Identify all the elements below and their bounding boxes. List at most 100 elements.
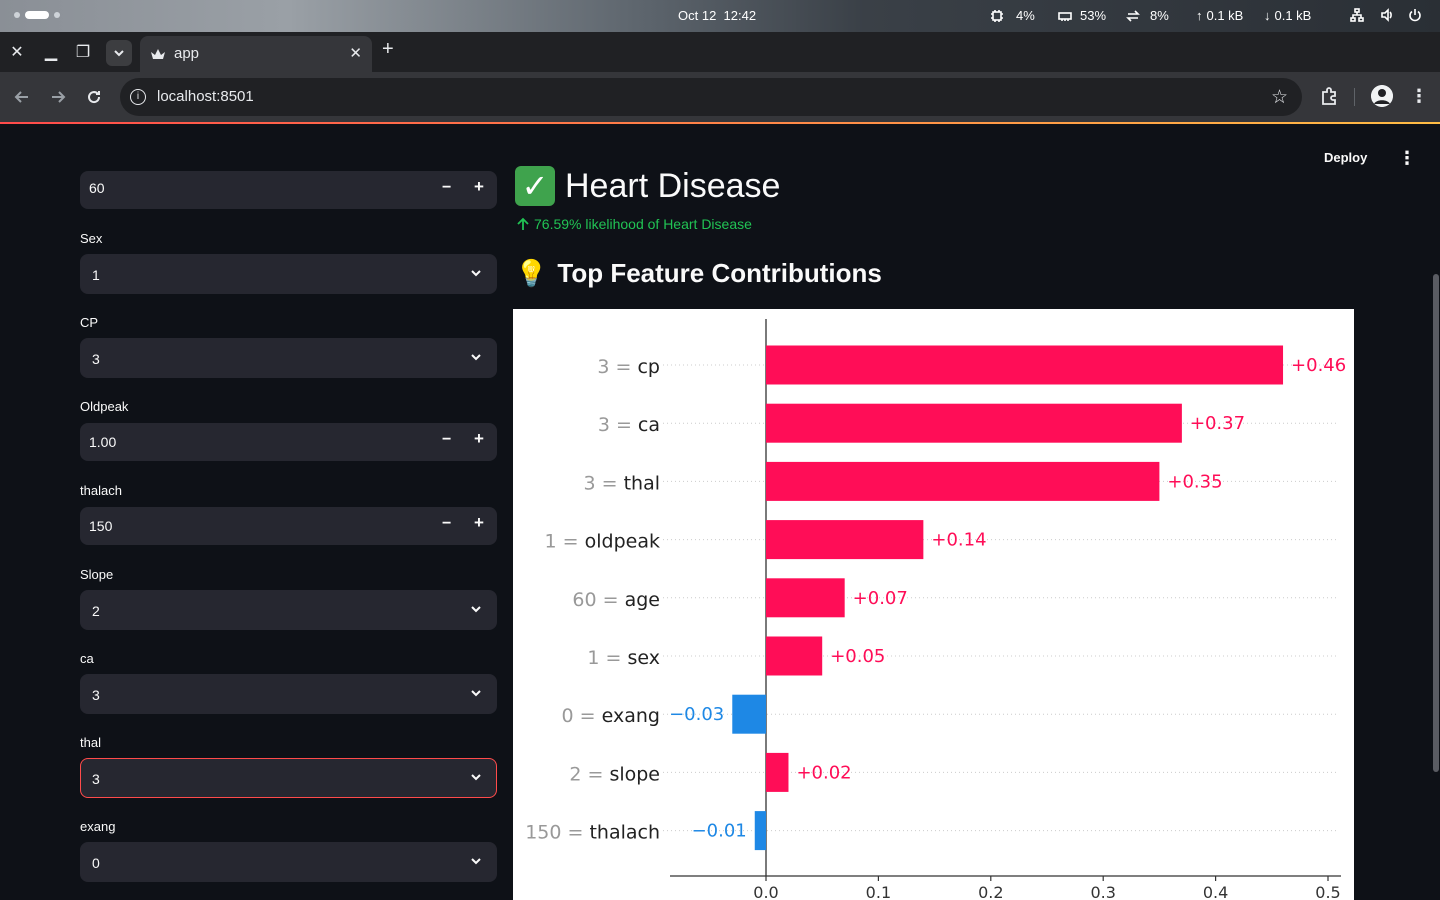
tab-search-button[interactable] bbox=[106, 40, 132, 66]
workspace-dot bbox=[54, 12, 60, 18]
swap-text: 8% bbox=[1150, 8, 1169, 23]
chevron-down-icon bbox=[471, 606, 481, 613]
streamlit-favicon-icon bbox=[151, 49, 165, 59]
thalach-decrement-button[interactable]: − bbox=[442, 515, 451, 533]
power-icon[interactable] bbox=[1408, 8, 1422, 22]
category-label: 3 = cp bbox=[597, 356, 660, 378]
value-label: +0.46 bbox=[1291, 355, 1346, 376]
swap-indicator[interactable]: 8% bbox=[1126, 8, 1169, 23]
contribution-bar bbox=[766, 636, 823, 676]
window-maximize-icon[interactable]: ❐ bbox=[71, 40, 95, 64]
tab-title: app bbox=[174, 45, 200, 62]
slope-select[interactable]: 2 bbox=[80, 590, 497, 630]
chevron-down-icon bbox=[471, 858, 481, 865]
chevron-down-icon bbox=[471, 690, 481, 697]
forward-icon[interactable] bbox=[47, 86, 69, 108]
x-tick-label: 0.3 bbox=[1090, 883, 1115, 900]
extensions-puzzle-icon[interactable] bbox=[1318, 85, 1340, 107]
tab-app[interactable]: app ✕ bbox=[140, 36, 372, 72]
site-info-icon[interactable]: i bbox=[130, 89, 146, 105]
browser-menu-icon[interactable]: ⋮ bbox=[1410, 86, 1428, 107]
oldpeak-number-input[interactable]: 1.00 − + bbox=[80, 423, 497, 461]
back-icon[interactable] bbox=[11, 86, 33, 108]
upload-indicator[interactable]: ↑ 0.1 kB bbox=[1196, 8, 1243, 23]
cpu-icon bbox=[991, 9, 1003, 22]
bookmark-star-icon[interactable]: ☆ bbox=[1271, 86, 1288, 109]
memory-icon bbox=[1058, 11, 1072, 21]
value-label: +0.37 bbox=[1190, 413, 1245, 434]
clock[interactable]: Oct 12 12:42 bbox=[678, 8, 756, 23]
date-text: Oct 12 bbox=[678, 8, 717, 23]
contribution-bar bbox=[766, 345, 1284, 385]
time-text: 12:42 bbox=[723, 8, 757, 23]
cpu-text: 4% bbox=[1016, 8, 1035, 23]
workspace-indicator[interactable] bbox=[14, 11, 60, 19]
swap-icon bbox=[1126, 9, 1140, 22]
value-label: −0.01 bbox=[692, 821, 747, 842]
cp-label: CP bbox=[80, 315, 99, 330]
window-minimize-icon[interactable]: ▁ bbox=[39, 40, 63, 64]
browser-tab-strip: ✕ ▁ ❐ app ✕ + bbox=[0, 32, 1440, 72]
oldpeak-value: 1.00 bbox=[89, 434, 117, 450]
sidebar: 60 − + Sex 1 CP 3 Oldpeak 1.00 − + thala… bbox=[0, 124, 512, 900]
app-header: Deploy ⋮ bbox=[0, 124, 1440, 184]
window-close-icon[interactable]: ✕ bbox=[5, 40, 29, 64]
contribution-bar bbox=[766, 403, 1182, 443]
section-title: 💡 Top Feature Contributions bbox=[515, 258, 882, 289]
exang-value: 0 bbox=[92, 855, 100, 871]
thal-label: thal bbox=[80, 735, 101, 750]
value-label: −0.03 bbox=[669, 704, 724, 725]
network-icon[interactable] bbox=[1350, 8, 1364, 22]
deploy-button[interactable]: Deploy bbox=[1324, 150, 1367, 165]
memory-indicator[interactable]: 53% bbox=[1058, 8, 1106, 23]
oldpeak-increment-button[interactable]: + bbox=[474, 429, 484, 449]
x-tick-label: 0.1 bbox=[866, 883, 891, 900]
ca-value: 3 bbox=[92, 687, 100, 703]
chart-svg: +0.46 3 = cp +0.37 3 = ca +0.35 3 = thal +0.14… bbox=[525, 319, 1346, 900]
url-text[interactable]: localhost:8501 bbox=[157, 88, 254, 105]
thalach-number-input[interactable]: 150 − + bbox=[80, 507, 497, 545]
contribution-bar bbox=[766, 520, 924, 560]
value-label: +0.05 bbox=[830, 646, 885, 667]
cp-value: 3 bbox=[92, 351, 100, 367]
chevron-down-icon bbox=[114, 50, 124, 57]
workspace-active-pill bbox=[25, 11, 49, 19]
address-bar[interactable]: i localhost:8501 ☆ bbox=[120, 78, 1302, 116]
reload-icon[interactable] bbox=[83, 86, 105, 108]
upload-arrow-icon: ↑ bbox=[1196, 8, 1203, 23]
category-label: 3 = thal bbox=[583, 472, 660, 494]
slope-value: 2 bbox=[92, 603, 100, 619]
chevron-down-icon bbox=[471, 774, 481, 781]
oldpeak-decrement-button[interactable]: − bbox=[442, 431, 451, 449]
ca-label: ca bbox=[80, 651, 94, 666]
category-label: 1 = sex bbox=[587, 647, 660, 669]
category-label: 1 = oldpeak bbox=[545, 531, 660, 553]
section-title-text: Top Feature Contributions bbox=[557, 258, 882, 288]
cpu-indicator[interactable]: 4% bbox=[990, 8, 1035, 23]
main-content: ✓ Heart Disease 76.59% likelihood of Hea… bbox=[512, 124, 1440, 900]
x-tick-label: 0.0 bbox=[753, 883, 778, 900]
feature-contribution-chart: +0.46 3 = cp +0.37 3 = ca +0.35 3 = thal +0.14… bbox=[513, 309, 1354, 900]
new-tab-icon[interactable]: + bbox=[382, 38, 394, 61]
sex-value: 1 bbox=[92, 267, 100, 283]
chevron-down-icon bbox=[471, 354, 481, 361]
sex-select[interactable]: 1 bbox=[80, 254, 497, 294]
x-tick-label: 0.5 bbox=[1315, 883, 1340, 900]
thalach-increment-button[interactable]: + bbox=[474, 513, 484, 533]
download-arrow-icon: ↓ bbox=[1264, 8, 1271, 23]
exang-select[interactable]: 0 bbox=[80, 842, 497, 882]
category-label: 2 = slope bbox=[569, 763, 660, 785]
ca-select[interactable]: 3 bbox=[80, 674, 497, 714]
tab-close-icon[interactable]: ✕ bbox=[349, 44, 362, 62]
profile-avatar[interactable] bbox=[1371, 85, 1393, 107]
oldpeak-label: Oldpeak bbox=[80, 399, 129, 414]
sex-label: Sex bbox=[80, 231, 103, 246]
arrow-up-icon bbox=[517, 217, 529, 230]
scrollbar[interactable] bbox=[1433, 274, 1439, 772]
cp-select[interactable]: 3 bbox=[80, 338, 497, 378]
main-menu-icon[interactable]: ⋮ bbox=[1398, 148, 1416, 169]
thal-select[interactable]: 3 bbox=[80, 758, 497, 798]
download-indicator[interactable]: ↓ 0.1 kB bbox=[1264, 8, 1311, 23]
volume-icon[interactable] bbox=[1380, 8, 1394, 22]
value-label: +0.35 bbox=[1167, 471, 1222, 492]
